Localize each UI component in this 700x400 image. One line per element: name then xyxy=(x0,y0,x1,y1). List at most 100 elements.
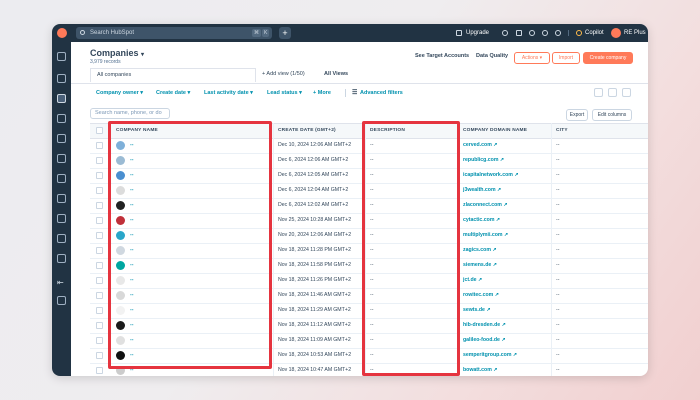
see-target-accounts-link[interactable]: See Target Accounts xyxy=(415,53,469,59)
export-button[interactable]: Export xyxy=(566,109,588,121)
marketing-icon[interactable] xyxy=(57,114,66,123)
company-domain-link[interactable]: j3wealth.com ↗ xyxy=(463,183,501,198)
company-domain-link[interactable]: republicg.com ↗ xyxy=(463,153,504,168)
workspaces-icon[interactable] xyxy=(57,74,66,83)
row-checkbox[interactable] xyxy=(96,187,103,194)
highlight-company-name-column xyxy=(108,121,272,369)
table-search-input[interactable]: Search name, phone, or do xyxy=(90,108,170,119)
row-checkbox[interactable] xyxy=(96,322,103,329)
filter-bar: Company owner ▾ Create date ▾ Last activ… xyxy=(71,86,648,100)
external-link-icon: ↗ xyxy=(493,142,498,148)
column-city[interactable]: CITY xyxy=(556,124,568,138)
row-checkbox[interactable] xyxy=(96,217,103,224)
create-date-cell: Dec 6, 2024 12:02 AM GMT+2 xyxy=(278,202,349,208)
import-button[interactable]: Import xyxy=(552,52,580,64)
all-views-link[interactable]: All Views xyxy=(324,68,348,81)
filter-company-owner[interactable]: Company owner ▾ xyxy=(96,86,143,100)
filter-create-date[interactable]: Create date ▾ xyxy=(156,86,190,100)
table-view-icon[interactable] xyxy=(622,88,631,97)
automation-icon[interactable] xyxy=(57,194,66,203)
company-domain-link[interactable]: sewts.de ↗ xyxy=(463,303,491,318)
copilot-button[interactable]: Copilot xyxy=(585,24,604,42)
page-title[interactable]: Companies ▾ xyxy=(90,48,144,58)
service-icon[interactable] xyxy=(57,174,66,183)
row-checkbox[interactable] xyxy=(96,142,103,149)
row-checkbox[interactable] xyxy=(96,232,103,239)
row-checkbox[interactable] xyxy=(96,352,103,359)
crm-icon[interactable] xyxy=(57,94,66,103)
data-management-icon[interactable] xyxy=(57,234,66,243)
external-link-icon: ↗ xyxy=(493,367,498,373)
tab-all-companies[interactable]: All companies xyxy=(90,68,256,82)
library-icon[interactable] xyxy=(57,254,66,263)
sales-icon[interactable] xyxy=(57,154,66,163)
create-date-cell: Nov 18, 2024 10:53 AM GMT+2 xyxy=(278,352,352,358)
create-date-cell: Nov 18, 2024 11:29 AM GMT+2 xyxy=(278,307,351,313)
select-all-checkbox[interactable] xyxy=(96,127,103,134)
account-avatar[interactable] xyxy=(611,28,621,38)
row-checkbox[interactable] xyxy=(96,367,103,374)
row-checkbox[interactable] xyxy=(96,247,103,254)
phone-icon[interactable] xyxy=(502,30,508,36)
advanced-filters-icon: ☰ xyxy=(352,90,358,96)
app-window: Search HubSpot ⌘ K + Upgrade Copilot RE … xyxy=(52,24,648,376)
column-company-domain[interactable]: COMPANY DOMAIN NAME xyxy=(463,124,527,138)
search-icon xyxy=(80,30,85,35)
row-checkbox[interactable] xyxy=(96,172,103,179)
company-domain-link[interactable]: rowitec.com ↗ xyxy=(463,288,499,303)
company-domain-link[interactable]: zagics.com ↗ xyxy=(463,243,497,258)
row-checkbox[interactable] xyxy=(96,157,103,164)
external-link-icon: ↗ xyxy=(494,292,499,298)
content-icon[interactable] xyxy=(57,134,66,143)
account-menu[interactable]: RE Plus xyxy=(624,24,646,42)
data-quality-link[interactable]: Data Quality xyxy=(476,53,508,59)
row-checkbox[interactable] xyxy=(96,337,103,344)
company-domain-link[interactable]: cerved.com ↗ xyxy=(463,138,498,153)
filter-last-activity-date[interactable]: Last activity date ▾ xyxy=(204,86,253,100)
external-link-icon: ↗ xyxy=(492,262,497,268)
company-domain-link[interactable]: icapitalnetwork.com ↗ xyxy=(463,168,519,183)
company-domain-link[interactable]: bowatt.com ↗ xyxy=(463,363,497,376)
row-checkbox[interactable] xyxy=(96,202,103,209)
company-domain-link[interactable]: siemens.de ↗ xyxy=(463,258,497,273)
advanced-filters-button[interactable]: Advanced filters xyxy=(360,86,403,100)
upgrade-link[interactable]: Upgrade xyxy=(466,24,489,42)
column-create-date[interactable]: CREATE DATE (GMT+2) xyxy=(278,124,336,138)
company-domain-link[interactable]: zlaconnect.com ↗ xyxy=(463,198,508,213)
company-domain-link[interactable]: galileo-food.de ↗ xyxy=(463,333,506,348)
row-checkbox[interactable] xyxy=(96,307,103,314)
reporting-icon[interactable] xyxy=(57,214,66,223)
company-domain-link[interactable]: hib-dresden.de ↗ xyxy=(463,318,506,333)
create-date-cell: Dec 10, 2024 12:06 AM GMT+2 xyxy=(278,142,352,148)
collapse-sidebar-icon[interactable]: ⇤ xyxy=(57,278,66,287)
board-view-icon[interactable] xyxy=(608,88,617,97)
company-domain-link[interactable]: multiplymii.com ↗ xyxy=(463,228,508,243)
undo-icon[interactable] xyxy=(594,88,603,97)
create-date-cell: Nov 18, 2024 11:46 AM GMT+2 xyxy=(278,292,351,298)
create-company-button[interactable]: Create company xyxy=(583,52,633,64)
row-checkbox[interactable] xyxy=(96,262,103,269)
hubspot-logo-icon[interactable] xyxy=(57,28,67,38)
create-date-cell: Nov 18, 2024 11:09 AM GMT+2 xyxy=(278,337,351,343)
filter-lead-status[interactable]: Lead status ▾ xyxy=(267,86,302,100)
company-domain-link[interactable]: cytactic.com ↗ xyxy=(463,213,500,228)
create-new-button[interactable]: + xyxy=(279,27,291,39)
app-grid-icon[interactable] xyxy=(57,296,66,305)
external-link-icon: ↗ xyxy=(514,172,519,178)
global-search-input[interactable]: Search HubSpot ⌘ K xyxy=(76,27,272,39)
settings-gear-icon[interactable] xyxy=(542,30,548,36)
edit-columns-button[interactable]: Edit columns xyxy=(592,109,632,121)
notifications-bell-icon[interactable] xyxy=(555,30,561,36)
bookmarks-icon[interactable] xyxy=(57,52,66,61)
row-checkbox[interactable] xyxy=(96,277,103,284)
more-filters-button[interactable]: + More xyxy=(313,86,331,100)
row-checkbox[interactable] xyxy=(96,292,103,299)
marketplace-icon[interactable] xyxy=(516,30,522,36)
create-date-cell: Nov 18, 2024 10:47 AM GMT+2 xyxy=(278,367,352,373)
help-icon[interactable] xyxy=(529,30,535,36)
company-domain-link[interactable]: jct.de ↗ xyxy=(463,273,482,288)
company-domain-link[interactable]: semperitgroup.com ↗ xyxy=(463,348,517,363)
create-date-cell: Nov 25, 2024 10:28 AM GMT+2 xyxy=(278,217,352,223)
actions-button[interactable]: Actions ▾ xyxy=(514,52,550,64)
add-view-button[interactable]: + Add view (1/50) xyxy=(262,68,305,81)
